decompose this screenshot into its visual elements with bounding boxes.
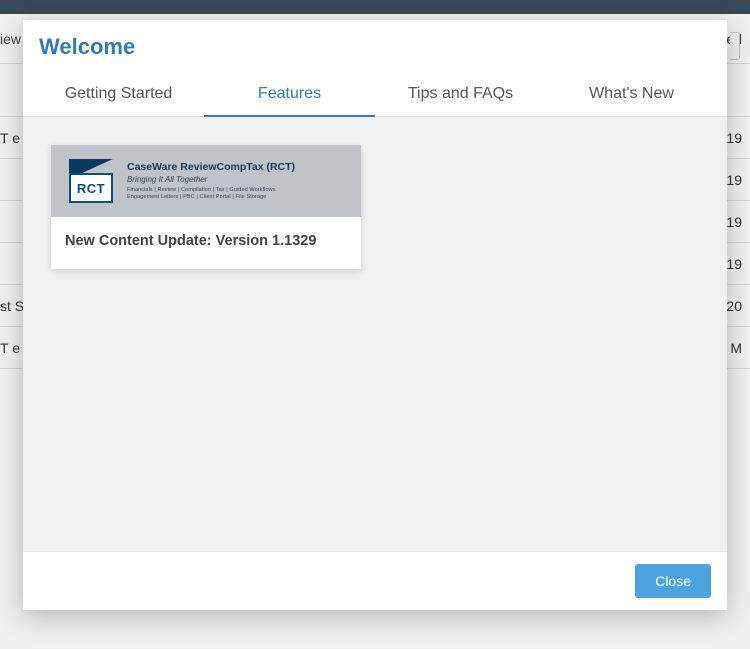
tab-label: Getting Started: [65, 85, 173, 102]
tab-label: What's New: [589, 85, 674, 102]
tab-label: Tips and FAQs: [408, 85, 513, 102]
banner-text: CaseWare ReviewCompTax (RCT) Bringing It…: [127, 161, 295, 201]
banner-tags: Financials | Review | Compilation | Tax …: [127, 187, 295, 201]
logo-text: RCT: [69, 173, 113, 203]
banner-product: CaseWare ReviewCompTax (RCT): [127, 161, 295, 175]
tab-getting-started[interactable]: Getting Started: [33, 72, 204, 116]
banner-tagline: Bringing It All Together: [127, 175, 295, 185]
feature-card[interactable]: RCT CaseWare ReviewCompTax (RCT) Bringin…: [51, 145, 361, 269]
modal-body: RCT CaseWare ReviewCompTax (RCT) Bringin…: [23, 117, 727, 551]
tab-features[interactable]: Features: [204, 72, 375, 116]
welcome-modal: Welcome Getting Started Features Tips an…: [23, 20, 727, 610]
modal-title: Welcome: [23, 20, 727, 72]
tab-whats-new[interactable]: What's New: [546, 72, 717, 116]
modal-overlay: Welcome Getting Started Features Tips an…: [0, 0, 750, 649]
card-banner: RCT CaseWare ReviewCompTax (RCT) Bringin…: [51, 145, 361, 217]
tab-tips-faqs[interactable]: Tips and FAQs: [375, 72, 546, 116]
modal-footer: Close: [23, 551, 727, 610]
close-button[interactable]: Close: [635, 564, 711, 598]
modal-tabs: Getting Started Features Tips and FAQs W…: [23, 72, 727, 117]
card-title: New Content Update: Version 1.1329: [51, 217, 361, 269]
tab-label: Features: [258, 85, 321, 102]
rct-logo-icon: RCT: [69, 159, 113, 203]
